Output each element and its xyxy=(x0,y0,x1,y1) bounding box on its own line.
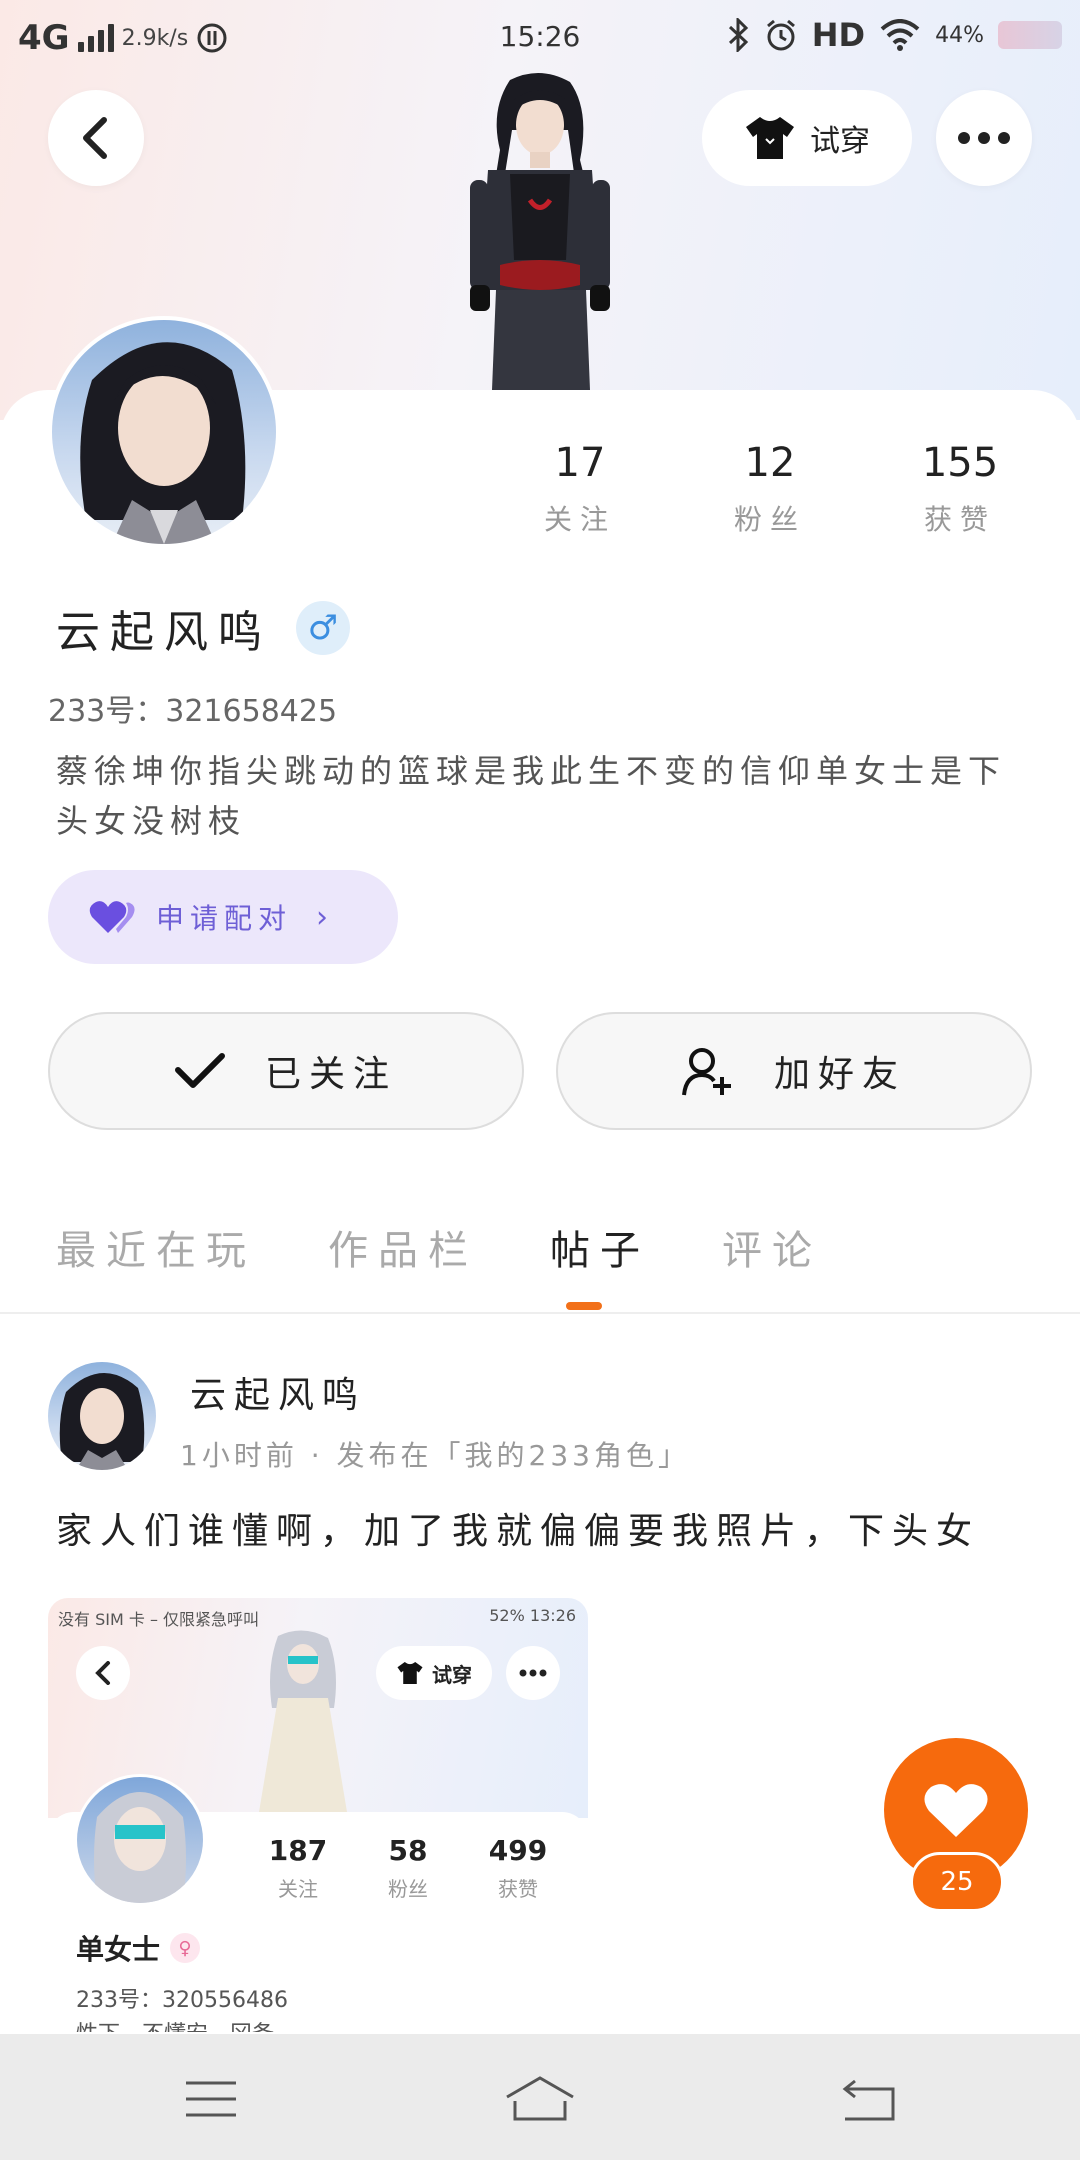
stat-likes-label: 获赞 xyxy=(923,503,996,536)
alarm-icon xyxy=(766,19,795,51)
embed-try-on-label: 试穿 xyxy=(432,1662,472,1687)
chevron-right-icon: › xyxy=(316,899,335,935)
embed-more-icon xyxy=(506,1646,560,1700)
add-user-icon xyxy=(681,1048,731,1096)
back-button[interactable] xyxy=(48,90,144,186)
embed-stats: 187 关注 58 粉丝 499 获赞 xyxy=(248,1834,568,1902)
active-tab-indicator xyxy=(566,1302,602,1310)
tab-recently-played[interactable]: 最近在玩 xyxy=(56,1218,256,1276)
chevron-left-icon xyxy=(83,117,107,159)
tab-divider xyxy=(0,1312,1080,1314)
apply-pair-button[interactable]: 申请配对 › xyxy=(48,870,398,964)
tab-posts[interactable]: 帖子 xyxy=(550,1218,650,1276)
embed-avatar xyxy=(74,1774,206,1906)
home-icon xyxy=(506,2076,574,2121)
stat-likes[interactable]: 155 获赞 xyxy=(880,440,1040,538)
stat-fans-count: 12 xyxy=(744,440,796,486)
post-image[interactable]: 没有 SIM 卡 – 仅限紧急呼叫 52% 13:26 试穿 187 关注 58… xyxy=(48,1598,588,2032)
embed-tshirt-icon xyxy=(397,1662,423,1684)
try-on-button[interactable]: 试穿 xyxy=(702,90,912,186)
nav-back-button[interactable] xyxy=(834,2064,904,2134)
post-author-avatar[interactable] xyxy=(48,1362,156,1470)
followed-label: 已关注 xyxy=(264,1054,397,1095)
embed-stat-fans: 58 xyxy=(388,1834,428,1867)
profile-tabs: 最近在玩 作品栏 帖子 评论 xyxy=(56,1218,822,1276)
embed-status-left: 没有 SIM 卡 – 仅限紧急呼叫 xyxy=(58,1610,260,1629)
post-meta: 1小时前 · 发布在「我的233角色」 xyxy=(180,1439,690,1472)
more-button[interactable] xyxy=(936,90,1032,186)
profile-uid: 233号：321658425 xyxy=(48,694,338,729)
double-heart-icon xyxy=(89,901,135,933)
apply-pair-label: 申请配对 xyxy=(156,902,293,935)
embed-try-on: 试穿 xyxy=(376,1646,492,1700)
post-text: 家人们谁懂啊，加了我就偏偏要我照片，下头女 xyxy=(56,1511,981,1552)
try-on-label: 试穿 xyxy=(810,124,870,159)
embed-stat-likes-label: 获赞 xyxy=(498,1877,538,1901)
stat-fans[interactable]: 12 粉丝 xyxy=(690,440,850,538)
battery-percent: 44% xyxy=(935,22,984,48)
nav-menu-button[interactable] xyxy=(176,2064,246,2134)
menu-icon xyxy=(186,2081,236,2117)
post-avatar-portrait xyxy=(59,1372,145,1470)
embed-back-icon xyxy=(76,1646,130,1700)
followed-button[interactable]: 已关注 xyxy=(48,1012,524,1130)
profile-stats: 17 关注 12 粉丝 155 获赞 xyxy=(500,440,1040,538)
embed-bio: 性下…不懂安…冈备 xyxy=(76,2016,274,2032)
embed-status-right: 52% 13:26 xyxy=(489,1606,576,1625)
heart-icon xyxy=(924,1784,988,1837)
add-friend-label: 加好友 xyxy=(773,1054,906,1095)
embed-stat-following-label: 关注 xyxy=(278,1877,318,1901)
status-bar: 4G 2.9k/s 15:26 HD 44% xyxy=(0,0,1080,80)
profile-avatar[interactable] xyxy=(48,316,280,548)
hd-indicator: HD xyxy=(811,16,866,54)
bluetooth-icon xyxy=(728,18,748,52)
embed-name: 单女士 xyxy=(76,1933,161,1966)
stat-following[interactable]: 17 关注 xyxy=(500,440,660,538)
profile-bio: 蔡徐坤你指尖跳动的篮球是我此生不变的信仰单女士是下头女没树枝 xyxy=(56,752,1007,840)
embed-stat-likes: 499 xyxy=(488,1834,548,1867)
more-dots-icon xyxy=(958,132,1010,144)
embed-character-figure xyxy=(258,1630,348,1818)
profile-name: 云起风鸣 xyxy=(56,607,272,658)
female-icon: ♀ xyxy=(170,1933,201,1963)
wifi-icon xyxy=(880,19,920,51)
stat-following-count: 17 xyxy=(554,440,606,486)
stat-likes-count: 155 xyxy=(921,440,999,486)
male-icon: ♂ xyxy=(296,601,350,655)
embed-uid: 233号：320556486 xyxy=(76,1988,288,2013)
avatar-character-figure xyxy=(470,72,610,390)
profile-name-row: 云起风鸣 ♂ xyxy=(56,596,350,660)
post-author-name[interactable]: 云起风鸣 xyxy=(190,1366,366,1418)
like-count: 25 xyxy=(910,1852,1004,1912)
battery-icon xyxy=(998,21,1062,49)
nav-home-button[interactable] xyxy=(505,2064,575,2134)
tab-comments[interactable]: 评论 xyxy=(722,1218,822,1276)
add-friend-button[interactable]: 加好友 xyxy=(556,1012,1032,1130)
stat-following-label: 关注 xyxy=(543,503,616,536)
embed-name-row: 单女士 ♀ xyxy=(76,1928,201,1968)
back-arrow-icon xyxy=(842,2079,895,2121)
embed-stat-fans-label: 粉丝 xyxy=(388,1877,428,1901)
stat-fans-label: 粉丝 xyxy=(733,503,806,536)
avatar-portrait xyxy=(80,342,246,544)
system-nav-bar xyxy=(0,2034,1080,2160)
embed-stat-following: 187 xyxy=(268,1834,328,1867)
check-icon xyxy=(174,1053,225,1088)
tshirt-icon xyxy=(746,117,794,159)
tab-works[interactable]: 作品栏 xyxy=(328,1218,478,1276)
